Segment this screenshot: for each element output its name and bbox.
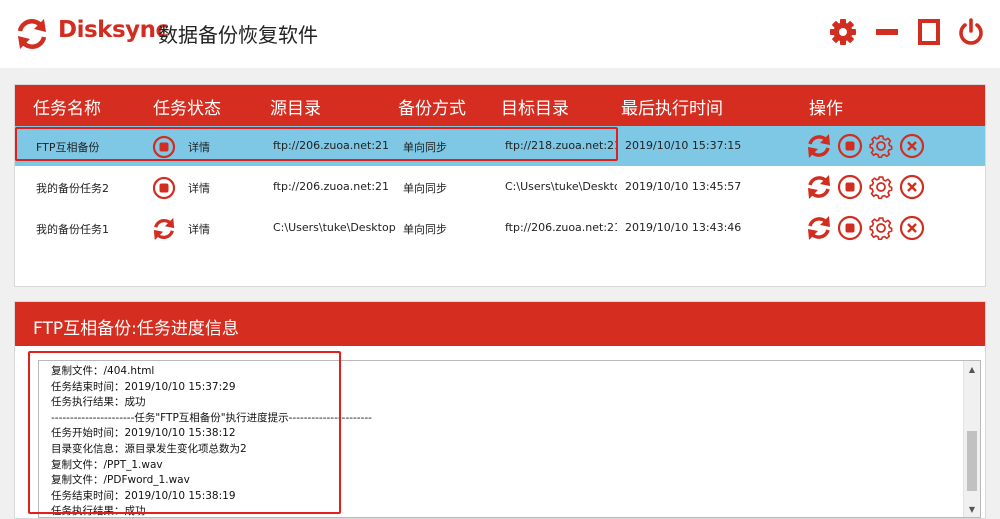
progress-title: FTP互相备份:任务进度信息: [33, 314, 239, 339]
maximize-icon: [916, 18, 942, 46]
log-line: 目录变化信息：源目录发生变化项总数为2: [39, 442, 959, 458]
col-header-source: 源目录: [270, 94, 321, 119]
settings-icon[interactable]: [868, 215, 894, 241]
log-line: 复制文件：/PPT_1.wav: [39, 458, 959, 474]
syncing-status-icon[interactable]: [152, 217, 176, 241]
log-line: 任务结束时间：2019/10/10 15:38:19: [39, 489, 959, 505]
task-name: 我的备份任务1: [36, 221, 109, 237]
delete-icon[interactable]: [899, 133, 925, 159]
col-header-mode: 备份方式: [398, 94, 466, 119]
detail-link[interactable]: 详情: [188, 180, 210, 196]
log-line: 任务执行结果：成功: [39, 504, 959, 518]
detail-link[interactable]: 详情: [188, 221, 210, 237]
table-row[interactable]: 我的备份任务1 详情 C:\Users\tuke\Desktop 单向同步 ft…: [15, 208, 985, 248]
sync-icon[interactable]: [806, 133, 832, 159]
task-name: 我的备份任务2: [36, 180, 109, 196]
progress-log[interactable]: 复制文件：/404.html 任务结束时间：2019/10/10 15:37:2…: [38, 360, 981, 518]
power-icon: [957, 18, 985, 46]
close-app-button[interactable]: [954, 15, 988, 49]
target-dir: ftp://218.zuoa.net:21: [505, 139, 617, 152]
delete-icon[interactable]: [899, 215, 925, 241]
log-scrollbar[interactable]: ▲ ▼: [963, 361, 980, 517]
settings-icon[interactable]: [868, 133, 894, 159]
backup-mode: 单向同步: [403, 139, 447, 155]
col-header-name: 任务名称: [33, 94, 101, 119]
task-list-panel: 任务名称 任务状态 源目录 备份方式 目标目录 最后执行时间 操作 FTP互相备…: [14, 84, 986, 287]
scroll-thumb[interactable]: [967, 431, 977, 491]
col-header-target: 目标目录: [501, 94, 569, 119]
source-dir: ftp://206.zuoa.net:21: [273, 139, 389, 152]
stop-icon[interactable]: [837, 174, 863, 200]
delete-icon[interactable]: [899, 174, 925, 200]
source-dir: C:\Users\tuke\Desktop: [273, 221, 396, 234]
task-table-header: 任务名称 任务状态 源目录 备份方式 目标目录 最后执行时间 操作: [15, 85, 985, 126]
last-run-time: 2019/10/10 13:43:46: [625, 221, 741, 234]
app-title: 数据备份恢复软件: [158, 19, 318, 48]
sync-logo-icon: [15, 17, 49, 51]
scroll-down-icon[interactable]: ▼: [964, 501, 980, 517]
source-dir: ftp://206.zuoa.net:21: [273, 180, 389, 193]
col-header-last-run: 最后执行时间: [621, 94, 723, 119]
last-run-time: 2019/10/10 13:45:57: [625, 180, 741, 193]
gear-icon: [829, 18, 857, 46]
sync-icon[interactable]: [806, 174, 832, 200]
log-line: 任务结束时间：2019/10/10 15:37:29: [39, 380, 959, 396]
stop-icon[interactable]: [837, 133, 863, 159]
minimize-button[interactable]: [870, 15, 904, 49]
last-run-time: 2019/10/10 15:37:15: [625, 139, 741, 152]
table-row[interactable]: 我的备份任务2 详情 ftp://206.zuoa.net:21 单向同步 C:…: [15, 167, 985, 207]
brand-name: Disksync: [58, 17, 169, 43]
detail-link[interactable]: 详情: [188, 139, 210, 155]
log-line: 复制文件：/404.html: [39, 364, 959, 380]
target-dir: ftp://206.zuoa.net:21: [505, 221, 617, 234]
log-line: 任务开始时间：2019/10/10 15:38:12: [39, 426, 959, 442]
stop-status-icon[interactable]: [152, 135, 176, 159]
task-name: FTP互相备份: [36, 139, 100, 155]
backup-mode: 单向同步: [403, 180, 447, 196]
target-dir: C:\Users\tuke\Desktop: [505, 180, 617, 193]
log-line: ----------------------任务"FTP互相备份"执行进度提示-…: [39, 411, 959, 427]
log-lines: 复制文件：/404.html 任务结束时间：2019/10/10 15:37:2…: [39, 364, 959, 518]
table-row[interactable]: FTP互相备份 详情 ftp://206.zuoa.net:21 单向同步 ft…: [15, 126, 985, 166]
backup-mode: 单向同步: [403, 221, 447, 237]
settings-icon[interactable]: [868, 174, 894, 200]
progress-header: FTP互相备份:任务进度信息: [15, 302, 985, 346]
maximize-button[interactable]: [912, 15, 946, 49]
title-bar: Disksync 数据备份恢复软件: [0, 0, 1000, 68]
sync-icon[interactable]: [806, 215, 832, 241]
scroll-up-icon[interactable]: ▲: [964, 361, 980, 377]
col-header-actions: 操作: [809, 94, 843, 119]
progress-panel: FTP互相备份:任务进度信息 复制文件：/404.html 任务结束时间：201…: [14, 301, 986, 519]
stop-icon[interactable]: [837, 215, 863, 241]
settings-gear-icon[interactable]: [826, 15, 860, 49]
log-line: 任务执行结果：成功: [39, 395, 959, 411]
col-header-status: 任务状态: [153, 94, 221, 119]
minimize-icon: [874, 19, 900, 45]
stop-status-icon[interactable]: [152, 176, 176, 200]
log-line: 复制文件：/PDFword_1.wav: [39, 473, 959, 489]
